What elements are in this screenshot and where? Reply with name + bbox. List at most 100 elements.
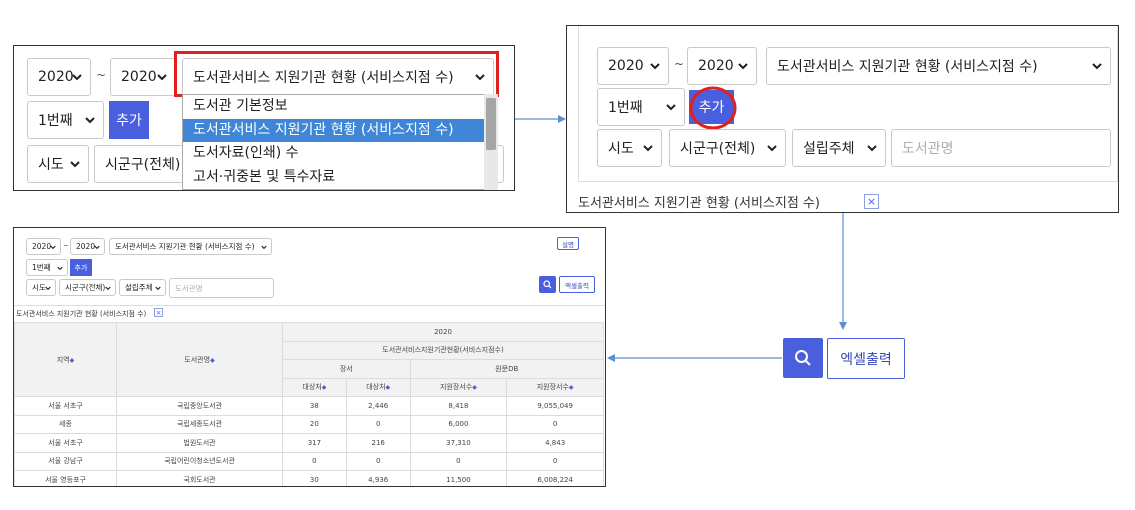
year-to-select[interactable]: 2020 — [687, 47, 757, 85]
cell-library: 법원도서관 — [116, 433, 283, 453]
district-select-value: 시군구(전체) — [65, 283, 106, 292]
cell-value: 2,446 — [345, 396, 411, 416]
library-name-input[interactable]: 도서관명 — [891, 129, 1111, 167]
stat-select[interactable]: 도서관서비스 지원기관 현황 (서비스지점 수) — [766, 47, 1111, 85]
panel-result: 2020 ~ 2020 도서관서비스 지원기관 현황 (서비스지점 수) 설명 … — [13, 227, 606, 487]
sub-header[interactable]: 지원장서수◆ — [409, 377, 508, 397]
order-select[interactable]: 1번째 — [27, 101, 104, 139]
year-header: 2020 — [282, 322, 604, 342]
search-button-zoom[interactable] — [783, 338, 823, 378]
chevron-down-icon — [767, 140, 777, 156]
library-column-header[interactable]: 도서관명◆ — [116, 322, 283, 397]
year-to-select[interactable]: 2020 — [110, 58, 176, 96]
panel-add-step: 2020 ~ 2020 도서관서비스 지원기관 현황 (서비스지점 수) 1번째… — [566, 25, 1119, 213]
founder-select-value: 설립주체 — [803, 141, 855, 157]
search-button[interactable] — [539, 276, 556, 293]
selected-stat-tag: 도서관서비스 지원기관 현황 (서비스지점 수) — [16, 309, 146, 319]
stat-select-value: 도서관서비스 지원기관 현황 (서비스지점 수) — [115, 242, 255, 251]
selected-stat-label: 도서관서비스 지원기관 현황 (서비스지점 수) — [578, 196, 820, 211]
table-row: 서울 서초구 법원도서관 317 216 37,310 4,843 — [14, 433, 604, 453]
sub-header-label: 지원장서수 — [536, 383, 569, 392]
year-to-value: 2020 — [121, 69, 157, 85]
tag-remove-glyph: × — [866, 195, 877, 208]
sort-icon: ◆ — [472, 384, 477, 392]
chevron-down-icon — [72, 69, 82, 85]
selected-stat-tag: 도서관서비스 지원기관 현황 (서비스지점 수) — [578, 192, 820, 211]
chevron-down-icon — [94, 242, 100, 251]
chevron-down-icon — [1092, 58, 1102, 74]
order-select-value: 1번째 — [608, 100, 643, 116]
excel-export-button-zoom[interactable]: 엑셀출력 — [827, 338, 905, 379]
district-select[interactable]: 시군구(전체) — [59, 279, 116, 296]
year-from-select[interactable]: 2020 — [27, 58, 91, 96]
cell-value: 38 — [282, 396, 347, 416]
cell-region: 서울 서초구 — [14, 396, 117, 416]
cell-library: 국립어린이청소년도서관 — [116, 451, 283, 471]
year-to-select[interactable]: 2020 — [70, 238, 105, 255]
library-name-input[interactable]: 도서관명 — [169, 278, 274, 298]
region-column-header[interactable]: 지역◆ — [14, 322, 117, 397]
region-select[interactable]: 시도 — [27, 145, 89, 183]
cell-value: 6,008,224 — [506, 470, 604, 486]
cell-value: 9,055,049 — [506, 396, 604, 416]
cell-value: 30 — [282, 470, 347, 486]
cell-region: 서울 서초구 — [14, 433, 117, 453]
table-row: 세종 국립세종도서관 20 0 6,000 0 — [14, 414, 604, 434]
chevron-down-icon — [738, 58, 748, 74]
dropdown-option[interactable]: 고서·귀중본 및 특수자료 — [183, 166, 495, 190]
panel-dropdown-open: 2020 ~ 2020 도서관서비스 지원기관 현황 (서비스지점 수) 1번째… — [13, 45, 515, 191]
group-header-books: 장서 — [282, 359, 411, 379]
sub-header[interactable]: 대상처◆ — [282, 377, 347, 397]
dropdown-option[interactable]: 도서관 기본정보 — [183, 95, 495, 119]
range-separator: ~ — [63, 242, 69, 250]
founder-select[interactable]: 설립주체 — [119, 279, 166, 296]
table-row: 서울 강남구 국립어린이청소년도서관 0 0 0 0 — [14, 451, 604, 471]
dropdown-option[interactable]: 도서자료(인쇄) 수 — [183, 142, 495, 166]
chevron-down-icon — [57, 263, 63, 272]
stat-select[interactable]: 도서관서비스 지원기관 현황 (서비스지점 수) — [109, 238, 272, 255]
order-select-value: 1번째 — [38, 113, 73, 129]
excel-export-button[interactable]: 엑셀출력 — [559, 276, 595, 293]
region-select[interactable]: 시도 — [26, 279, 56, 296]
order-select[interactable]: 1번째 — [26, 259, 68, 276]
cell-value: 0 — [506, 414, 604, 434]
district-select[interactable]: 시군구(전체) — [669, 129, 786, 167]
range-separator: ~ — [674, 57, 685, 71]
year-from-select[interactable]: 2020 — [26, 238, 61, 255]
chevron-down-icon — [666, 99, 676, 115]
year-from-value: 2020 — [32, 242, 52, 251]
add-button[interactable]: 추가 — [109, 101, 149, 139]
dropdown-scroll-thumb[interactable] — [486, 98, 496, 150]
result-table: 지역◆ 도서관명◆ 2020 도서관서비스지원기관현황(서비스지점수) 장서 원… — [14, 322, 605, 486]
cell-value: 6,000 — [409, 414, 508, 434]
order-select[interactable]: 1번째 — [597, 88, 685, 126]
year-to-value: 2020 — [76, 242, 96, 251]
year-from-select[interactable]: 2020 — [597, 47, 669, 85]
close-icon[interactable]: × — [864, 194, 879, 209]
cell-region: 서울 영등포구 — [14, 470, 117, 486]
sub-header[interactable]: 지원장서수◆ — [506, 377, 604, 397]
region-header-label: 지역 — [56, 355, 70, 364]
chevron-down-icon — [650, 58, 660, 74]
add-button[interactable]: 추가 — [70, 259, 92, 276]
sub-header-label: 대상처 — [302, 383, 322, 392]
cell-library: 국립세종도서관 — [116, 414, 283, 434]
cell-value: 11,500 — [409, 470, 508, 486]
region-select[interactable]: 시도 — [597, 129, 662, 167]
cell-value: 0 — [282, 451, 347, 471]
stat-header: 도서관서비스지원기관현황(서비스지점수) — [282, 340, 604, 360]
description-button[interactable]: 설명 — [557, 237, 579, 250]
library-name-placeholder: 도서관명 — [175, 283, 203, 293]
chevron-down-icon — [50, 242, 56, 251]
close-icon[interactable]: × — [154, 308, 163, 317]
cell-value: 317 — [282, 433, 347, 453]
library-header-label: 도서관명 — [184, 355, 211, 364]
sort-icon: ◆ — [321, 384, 327, 392]
region-select-value: 시도 — [38, 157, 64, 173]
founder-select[interactable]: 설립주체 — [792, 129, 886, 167]
chevron-down-icon — [105, 283, 111, 292]
table-row: 서울 영등포구 국회도서관 30 4,936 11,500 6,008,224 — [14, 470, 604, 486]
sub-header[interactable]: 대상처◆ — [345, 377, 411, 397]
cell-region: 세종 — [14, 414, 117, 434]
dropdown-option-selected[interactable]: 도서관서비스 지원기관 현황 (서비스지점 수) — [183, 118, 495, 142]
